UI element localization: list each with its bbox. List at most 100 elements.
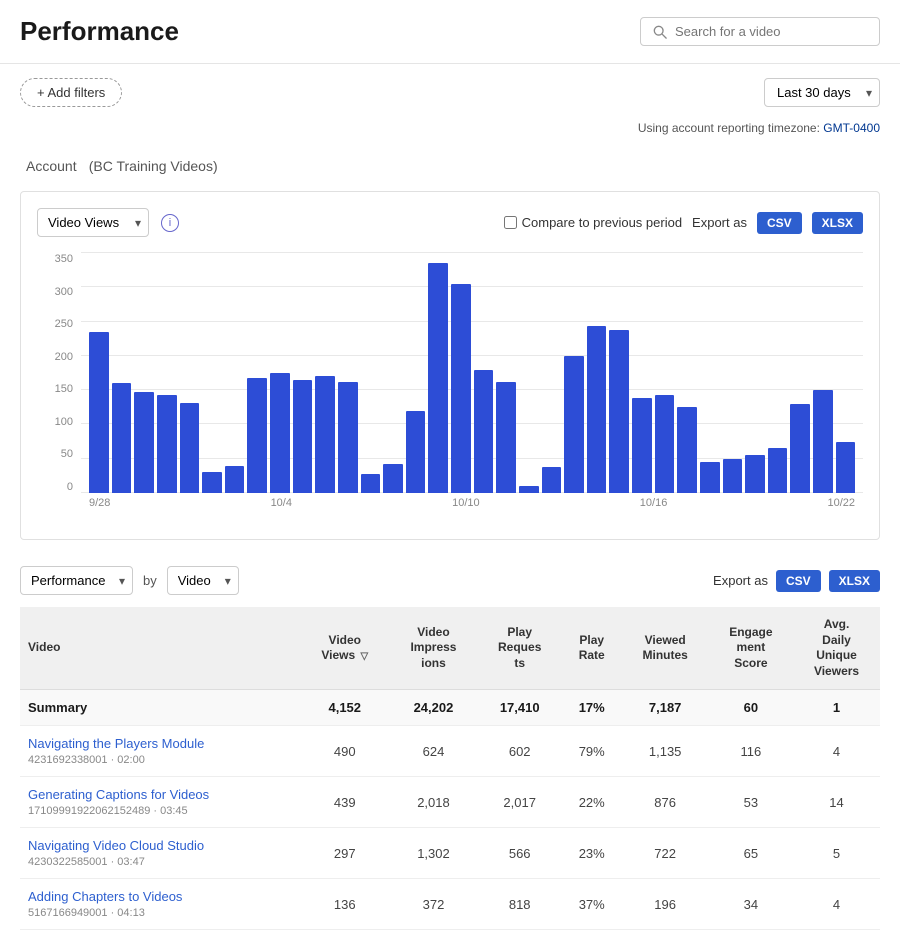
video-id-2: 4230322585001 · 03:47 (28, 856, 145, 868)
bars-container (81, 253, 863, 493)
chart-bar-11 (338, 382, 358, 493)
table-export-label: Export as (713, 573, 768, 588)
table-controls: Performance by Video Export as CSV XLSX (20, 554, 880, 607)
chart-bar-32 (813, 390, 833, 493)
row-engagement-2: 65 (709, 828, 793, 879)
account-subtitle: (BC Training Videos) (89, 158, 218, 174)
row-viewed-minutes-2: 722 (622, 828, 709, 879)
chart-bar-10 (315, 376, 335, 493)
video-cell-2: Navigating Video Cloud Studio 4230322585… (20, 828, 300, 879)
table-export-csv-button[interactable]: CSV (776, 570, 821, 592)
chart-bar-9 (293, 380, 313, 493)
account-section: Account (BC Training Videos) (0, 143, 900, 177)
row-avg-daily-1: 14 (793, 777, 880, 828)
chart-bar-22 (587, 326, 607, 493)
timezone-bar: Using account reporting timezone: GMT-04… (0, 121, 900, 143)
chart-export-xlsx-button[interactable]: XLSX (812, 212, 863, 234)
chart-bar-14 (406, 411, 426, 493)
x-label-928: 9/28 (89, 497, 110, 523)
video-link-2[interactable]: Navigating Video Cloud Studio (28, 838, 292, 853)
metric-select[interactable]: Video Views (37, 208, 149, 237)
summary-engagement: 60 (709, 690, 793, 726)
chart-bar-18 (496, 382, 516, 493)
chart-bar-33 (836, 442, 856, 493)
chart-export-csv-button[interactable]: CSV (757, 212, 802, 234)
chart-bar-8 (270, 373, 290, 493)
metric-select-wrap: Video Views (37, 208, 149, 237)
page-title: Performance (20, 16, 179, 47)
search-icon (653, 25, 667, 39)
row-impressions-2: 1,302 (389, 828, 477, 879)
row-video-views-3: 136 (300, 879, 389, 930)
col-avg-daily-unique: Avg.DailyUniqueViewers (793, 607, 880, 690)
account-title: Account (BC Training Videos) (20, 151, 880, 177)
chart-bar-31 (790, 404, 810, 493)
row-play-requests-1: 2,017 (478, 777, 562, 828)
table-export-xlsx-button[interactable]: XLSX (829, 570, 880, 592)
chart-bar-6 (225, 466, 245, 493)
col-video-impressions: VideoImpressions (389, 607, 477, 690)
y-label-0: 0 (37, 481, 77, 493)
chart-card: Video Views i Compare to previous period… (20, 191, 880, 540)
chart-bar-21 (564, 356, 584, 493)
chart-bar-30 (768, 448, 788, 493)
chart-bar-20 (542, 467, 562, 493)
row-engagement-3: 34 (709, 879, 793, 930)
row-video-views-2: 297 (300, 828, 389, 879)
row-play-rate-0: 79% (562, 726, 622, 777)
col-video-views[interactable]: VideoViews ▽ (300, 607, 389, 690)
col-play-requests: PlayRequests (478, 607, 562, 690)
x-label-104: 10/4 (271, 497, 292, 523)
chart-area: 0 50 100 150 200 250 300 350 9/2 (37, 253, 863, 523)
summary-play-requests: 17,410 (478, 690, 562, 726)
filters-bar: + Add filters Last 30 days Last 7 days L… (0, 64, 900, 121)
search-input[interactable] (675, 24, 867, 39)
row-impressions-3: 372 (389, 879, 477, 930)
table-row: Adding Chapters to Videos 5167166949001 … (20, 879, 880, 930)
y-label-50: 50 (37, 448, 77, 460)
video-select[interactable]: Video (167, 566, 239, 595)
table-controls-right: Export as CSV XLSX (713, 570, 880, 592)
header: Performance (0, 0, 900, 64)
row-engagement-1: 53 (709, 777, 793, 828)
x-label-1016: 10/16 (640, 497, 668, 523)
chart-bar-29 (745, 455, 765, 493)
timezone-link[interactable]: GMT-0400 (823, 121, 880, 135)
compare-checkbox-label[interactable]: Compare to previous period (504, 215, 682, 230)
col-video: Video (20, 607, 300, 690)
date-range-select[interactable]: Last 30 days Last 7 days Last 90 days Cu… (764, 78, 880, 107)
video-id-3: 5167166949001 · 04:13 (28, 907, 145, 919)
compare-label: Compare to previous period (522, 215, 682, 230)
chart-bar-4 (180, 403, 200, 494)
summary-play-rate: 17% (562, 690, 622, 726)
row-play-requests-3: 818 (478, 879, 562, 930)
chart-bar-27 (700, 462, 720, 493)
video-link-3[interactable]: Adding Chapters to Videos (28, 889, 292, 904)
row-viewed-minutes-3: 196 (622, 879, 709, 930)
timezone-text: Using account reporting timezone: (638, 121, 820, 135)
row-play-requests-0: 602 (478, 726, 562, 777)
x-label-1010: 10/10 (452, 497, 480, 523)
row-impressions-1: 2,018 (389, 777, 477, 828)
video-cell-0: Navigating the Players Module 4231692338… (20, 726, 300, 777)
chart-bar-25 (655, 395, 675, 493)
video-link-1[interactable]: Generating Captions for Videos (28, 787, 292, 802)
search-box[interactable] (640, 17, 880, 46)
y-label-300: 300 (37, 286, 77, 298)
chart-bar-19 (519, 486, 539, 493)
video-link-0[interactable]: Navigating the Players Module (28, 736, 292, 751)
chart-bar-2 (134, 392, 154, 493)
row-play-rate-2: 23% (562, 828, 622, 879)
performance-select[interactable]: Performance (20, 566, 133, 595)
add-filters-button[interactable]: + Add filters (20, 78, 122, 107)
chart-bar-3 (157, 395, 177, 493)
chart-bar-17 (474, 370, 494, 493)
video-id-0: 4231692338001 · 02:00 (28, 754, 145, 766)
y-label-150: 150 (37, 383, 77, 395)
info-icon[interactable]: i (161, 214, 179, 232)
summary-impressions: 24,202 (389, 690, 477, 726)
chart-bar-16 (451, 284, 471, 493)
y-label-200: 200 (37, 351, 77, 363)
compare-checkbox[interactable] (504, 216, 517, 229)
col-play-rate: PlayRate (562, 607, 622, 690)
